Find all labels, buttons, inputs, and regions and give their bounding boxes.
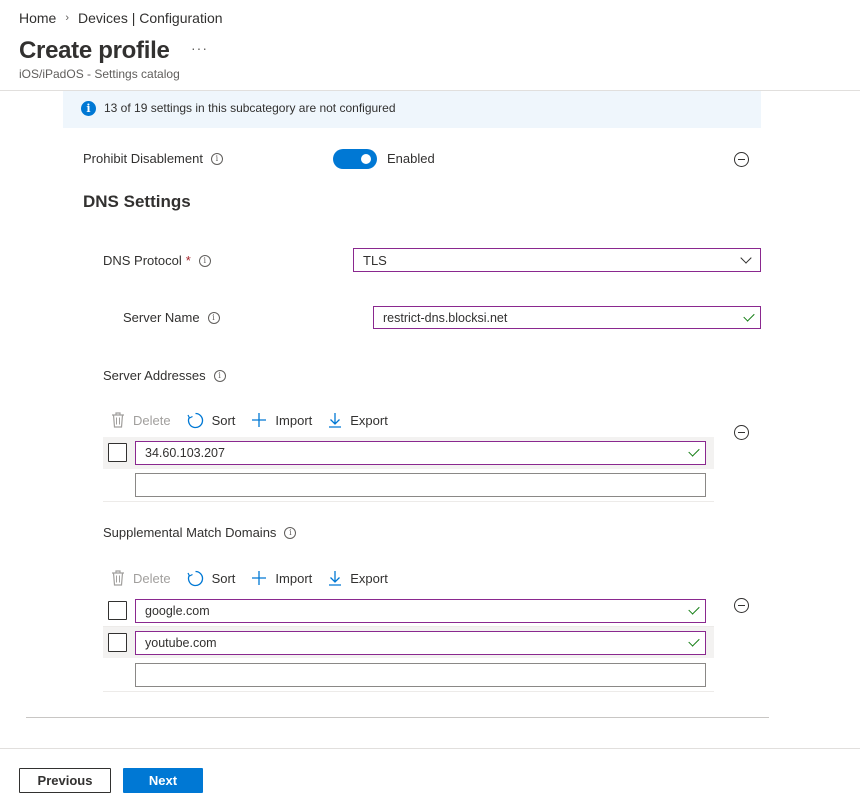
domain-value: google.com bbox=[145, 604, 210, 618]
plus-icon bbox=[251, 412, 267, 428]
server-address-value: 34.60.103.207 bbox=[145, 446, 225, 460]
delete-label: Delete bbox=[133, 570, 171, 586]
previous-button[interactable]: Previous bbox=[19, 768, 111, 793]
row-checkbox[interactable] bbox=[108, 443, 127, 462]
prohibit-disablement-label-text: Prohibit Disablement bbox=[83, 151, 203, 166]
breadcrumb-home-link[interactable]: Home bbox=[19, 10, 56, 26]
download-icon bbox=[328, 412, 342, 428]
import-button[interactable]: Import bbox=[251, 412, 312, 428]
chevron-down-icon bbox=[740, 252, 752, 264]
server-name-label-text: Server Name bbox=[123, 310, 200, 325]
import-button[interactable]: Import bbox=[251, 570, 312, 586]
server-addresses-toolbar: Delete Sort Import Export bbox=[111, 410, 404, 430]
server-addresses-label-text: Server Addresses bbox=[103, 368, 206, 383]
info-banner-text: 13 of 19 settings in this subcategory ar… bbox=[104, 101, 396, 115]
breadcrumb-chevron-icon: › bbox=[65, 12, 70, 24]
sort-label: Sort bbox=[211, 412, 236, 428]
info-tooltip-icon[interactable]: i bbox=[210, 152, 223, 165]
server-name-input[interactable]: restrict-dns.blocksi.net bbox=[373, 306, 761, 329]
dns-protocol-label-text: DNS Protocol bbox=[103, 253, 182, 268]
remove-setting-icon[interactable] bbox=[734, 598, 749, 613]
section-divider bbox=[26, 717, 769, 718]
remove-setting-icon[interactable] bbox=[734, 152, 749, 167]
valid-check-icon bbox=[688, 635, 700, 647]
export-label: Export bbox=[350, 570, 388, 586]
row-divider bbox=[103, 501, 714, 502]
page-subtitle: iOS/iPadOS - Settings catalog bbox=[19, 67, 180, 81]
breadcrumb: Home › Devices | Configuration bbox=[19, 9, 223, 27]
new-server-address-input[interactable] bbox=[135, 473, 706, 497]
download-icon bbox=[328, 570, 342, 586]
sort-icon bbox=[187, 570, 204, 587]
info-tooltip-icon[interactable]: i bbox=[284, 526, 297, 539]
valid-check-icon bbox=[688, 603, 700, 615]
row-checkbox[interactable] bbox=[108, 633, 127, 652]
import-label: Import bbox=[275, 570, 313, 586]
page-title: Create profile bbox=[19, 37, 170, 64]
info-icon: i bbox=[81, 100, 96, 116]
footer-divider bbox=[0, 748, 860, 749]
domain-input[interactable]: google.com bbox=[135, 599, 706, 623]
trash-icon bbox=[111, 412, 125, 428]
delete-button[interactable]: Delete bbox=[111, 570, 171, 586]
delete-button[interactable]: Delete bbox=[111, 412, 171, 428]
row-checkbox[interactable] bbox=[108, 601, 127, 620]
delete-label: Delete bbox=[133, 412, 171, 428]
dns-protocol-dropdown[interactable]: TLS bbox=[353, 248, 761, 272]
remove-setting-icon[interactable] bbox=[734, 425, 749, 440]
row-divider bbox=[103, 691, 714, 692]
export-button[interactable]: Export bbox=[328, 412, 388, 428]
toggle-state-label: Enabled bbox=[387, 151, 435, 166]
supplemental-domains-toolbar: Delete Sort Import Export bbox=[111, 568, 404, 588]
dns-protocol-selected-value: TLS bbox=[363, 252, 387, 268]
required-asterisk: * bbox=[185, 253, 191, 268]
sort-button[interactable]: Sort bbox=[187, 412, 236, 429]
export-button[interactable]: Export bbox=[328, 570, 388, 586]
domain-input[interactable]: youtube.com bbox=[135, 631, 706, 655]
server-addresses-label: Server Addresses i bbox=[103, 368, 226, 383]
valid-check-icon bbox=[688, 445, 700, 457]
info-tooltip-icon[interactable]: i bbox=[198, 254, 211, 267]
sort-button[interactable]: Sort bbox=[187, 570, 236, 587]
export-label: Export bbox=[350, 412, 388, 428]
prohibit-disablement-label: Prohibit Disablement i bbox=[83, 151, 223, 166]
dns-settings-heading: DNS Settings bbox=[83, 192, 191, 211]
info-banner: i 13 of 19 settings in this subcategory … bbox=[63, 91, 761, 128]
dns-protocol-label: DNS Protocol * i bbox=[103, 253, 211, 268]
valid-check-icon bbox=[743, 310, 755, 322]
supplemental-match-domains-label: Supplemental Match Domains i bbox=[103, 525, 297, 540]
toggle-knob bbox=[361, 154, 371, 164]
more-options-icon[interactable]: ··· bbox=[191, 40, 208, 56]
server-address-input[interactable]: 34.60.103.207 bbox=[135, 441, 706, 465]
supplemental-match-domains-label-text: Supplemental Match Domains bbox=[103, 525, 277, 540]
info-tooltip-icon[interactable]: i bbox=[207, 311, 220, 324]
trash-icon bbox=[111, 570, 125, 586]
sort-label: Sort bbox=[211, 570, 236, 586]
prohibit-disablement-toggle[interactable] bbox=[333, 149, 377, 169]
domain-value: youtube.com bbox=[145, 636, 217, 650]
info-tooltip-icon[interactable]: i bbox=[213, 369, 226, 382]
server-name-value: restrict-dns.blocksi.net bbox=[383, 310, 508, 325]
new-domain-input[interactable] bbox=[135, 663, 706, 687]
next-button[interactable]: Next bbox=[123, 768, 203, 793]
breadcrumb-devices-configuration-link[interactable]: Devices | Configuration bbox=[78, 10, 222, 26]
sort-icon bbox=[187, 412, 204, 429]
plus-icon bbox=[251, 570, 267, 586]
server-name-label: Server Name i bbox=[123, 310, 220, 325]
import-label: Import bbox=[275, 412, 313, 428]
